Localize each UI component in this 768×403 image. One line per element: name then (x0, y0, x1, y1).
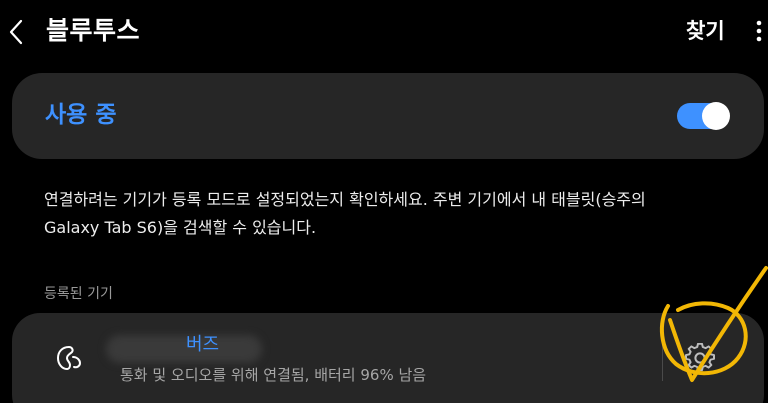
switch-knob (702, 102, 730, 130)
back-button[interactable] (0, 10, 32, 54)
bluetooth-settings-screen: 블루투스 찾기 사용 중 연결하려는 기기가 등록 모드로 설정되었는지 확인하… (0, 0, 768, 403)
more-vertical-icon (756, 20, 762, 42)
search-button[interactable]: 찾기 (686, 16, 725, 46)
bluetooth-toggle-card[interactable]: 사용 중 (12, 73, 764, 159)
description-line-1: 연결하려는 기기가 등록 모드로 설정되었는지 확인하세요. 주변 기기에서 내… (44, 190, 646, 209)
description-line-2: Galaxy Tab S6)을 검색할 수 있습니다. (44, 218, 317, 237)
device-name: 버즈 (186, 334, 220, 355)
more-options-button[interactable] (750, 14, 768, 48)
earbuds-icon (54, 343, 84, 373)
bluetooth-switch[interactable] (677, 102, 730, 130)
handwritten-check-annotation (659, 266, 768, 382)
device-status: 통화 및 오디오를 위해 연결됨, 배터리 96% 남음 (120, 366, 427, 384)
paired-devices-header: 등록된 기기 (44, 286, 113, 302)
top-app-bar: 블루투스 찾기 (0, 0, 768, 64)
chevron-left-icon (9, 19, 23, 45)
redacted-device-name (106, 335, 262, 363)
page-title: 블루투스 (46, 16, 141, 45)
pairing-description: 연결하려는 기기가 등록 모드로 설정되었는지 확인하세요. 주변 기기에서 내… (44, 186, 744, 242)
toggle-status-label: 사용 중 (45, 102, 117, 128)
